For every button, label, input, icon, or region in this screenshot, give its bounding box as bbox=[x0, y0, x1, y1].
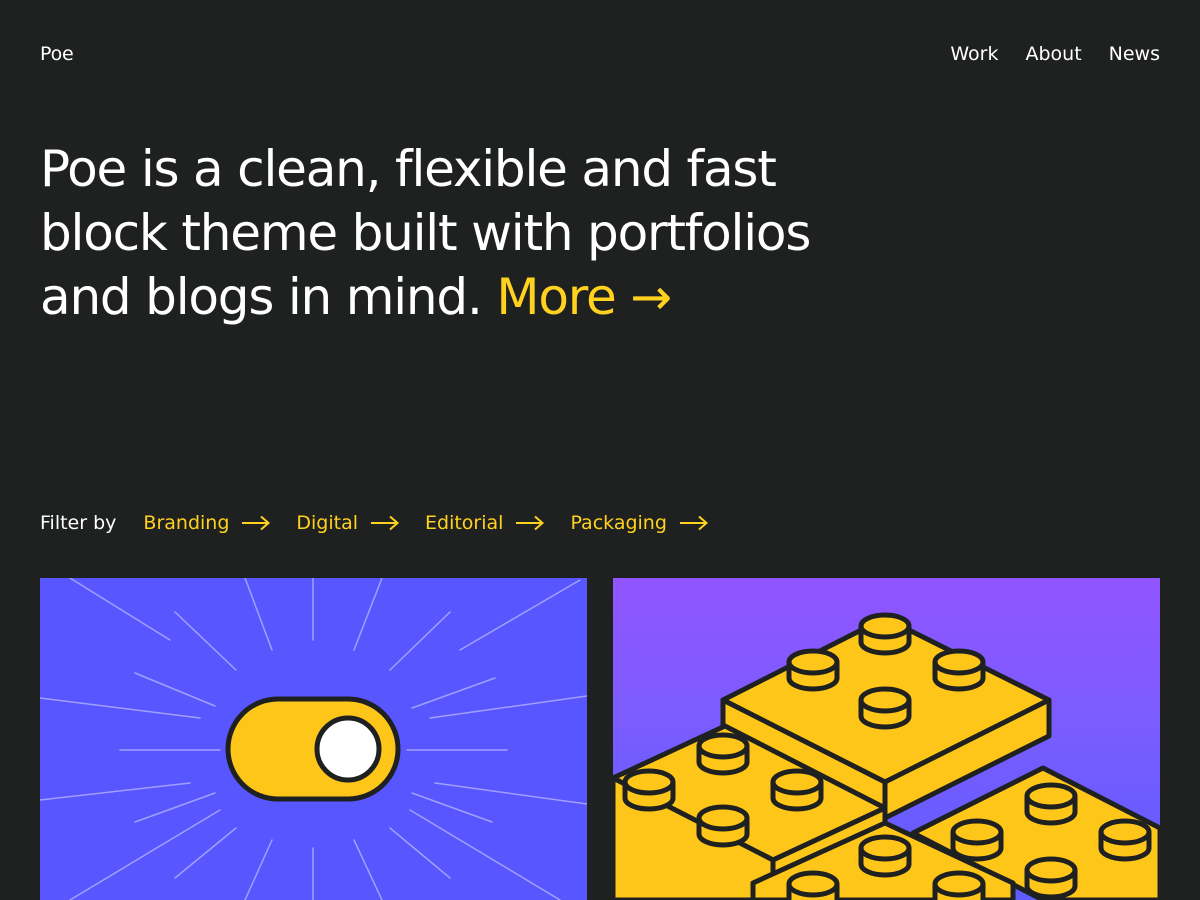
filter-packaging-label: Packaging bbox=[570, 512, 667, 534]
arrow-right-icon bbox=[516, 515, 545, 531]
lego-stud bbox=[1024, 856, 1078, 900]
toggle-switch-icon bbox=[40, 578, 587, 900]
lego-stud bbox=[858, 612, 912, 656]
lego-stud bbox=[622, 768, 676, 812]
lego-stud bbox=[786, 648, 840, 692]
filter-digital-label: Digital bbox=[296, 512, 359, 534]
lego-stud bbox=[786, 870, 840, 900]
filter-branding-label: Branding bbox=[143, 512, 230, 534]
project-card-toggle[interactable] bbox=[40, 578, 587, 900]
lego-stud bbox=[696, 732, 750, 776]
filter-branding[interactable]: Branding bbox=[143, 512, 271, 534]
lego-stud bbox=[858, 686, 912, 730]
hero-heading: Poe is a clean, flexible and fast block … bbox=[40, 137, 860, 329]
lego-stud bbox=[932, 648, 986, 692]
lego-stud bbox=[858, 834, 912, 878]
primary-navigation: Work About News bbox=[950, 43, 1160, 65]
site-title-link[interactable]: Poe bbox=[40, 43, 74, 65]
filter-digital[interactable]: Digital bbox=[296, 512, 400, 534]
lego-stud bbox=[950, 818, 1004, 862]
arrow-right-icon bbox=[242, 515, 271, 531]
lego-stud bbox=[1024, 782, 1078, 826]
nav-item-about[interactable]: About bbox=[1025, 43, 1081, 65]
category-filter: Filter by Branding Digital Editorial Pac… bbox=[40, 512, 734, 534]
arrow-right-icon bbox=[679, 515, 708, 531]
lego-stud bbox=[770, 768, 824, 812]
arrow-right-icon bbox=[371, 515, 400, 531]
lego-stud bbox=[932, 870, 986, 900]
hero-text: Poe is a clean, flexible and fast block … bbox=[40, 140, 811, 326]
filter-editorial-label: Editorial bbox=[425, 512, 504, 534]
lego-stud bbox=[1098, 818, 1152, 862]
lego-bricks-icon bbox=[613, 612, 1160, 900]
nav-item-news[interactable]: News bbox=[1109, 43, 1160, 65]
nav-item-work[interactable]: Work bbox=[950, 43, 998, 65]
filter-packaging[interactable]: Packaging bbox=[570, 512, 708, 534]
filter-editorial[interactable]: Editorial bbox=[425, 512, 545, 534]
more-link[interactable]: More → bbox=[496, 268, 672, 326]
lego-stud bbox=[696, 804, 750, 848]
filter-label: Filter by bbox=[40, 512, 117, 534]
project-card-lego[interactable] bbox=[613, 578, 1160, 900]
